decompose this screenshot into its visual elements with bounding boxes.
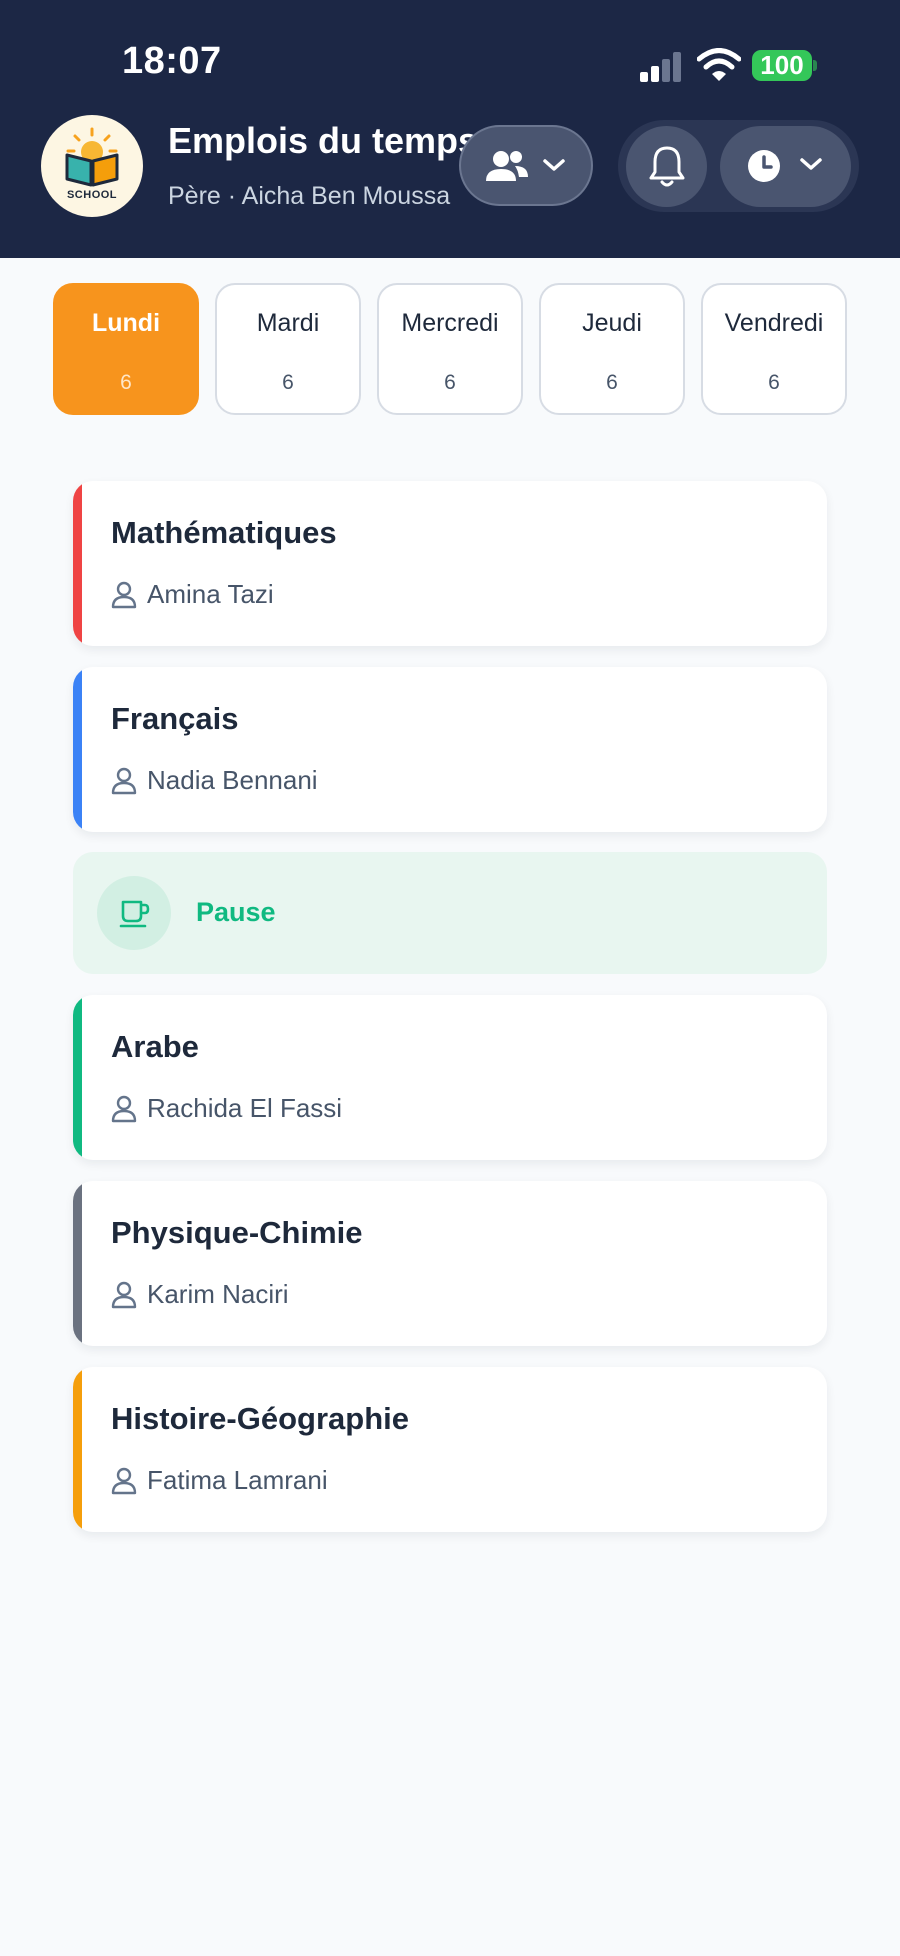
lesson-color-bar [73,481,82,646]
battery-tip [813,60,817,71]
school-logo: SCHOOL [41,115,143,217]
day-tab-label: Mardi [256,309,320,337]
person-icon [111,1467,137,1495]
parent-child-subtitle: Père · Aicha Ben Moussa [168,182,451,210]
lesson-color-bar [73,667,82,832]
lesson-teacher: Fatima Lamrani [147,1465,328,1495]
lesson-teacher: Nadia Bennani [147,765,318,795]
wifi-icon [697,48,741,81]
period-selector-button[interactable] [720,126,851,207]
lesson-card[interactable]: Français Nadia Bennani [73,667,827,832]
day-tab-mardi[interactable]: Mardi 6 [215,283,361,415]
bell-icon [649,146,685,187]
chevron-down-icon [543,159,565,171]
break-card: Pause [73,852,827,974]
day-tab-label: Jeudi [582,309,642,337]
lesson-subject: Histoire-Géographie [111,1401,409,1436]
notifications-button[interactable] [626,126,707,207]
lesson-subject: Arabe [111,1029,199,1064]
day-tab-count: 6 [444,371,456,394]
app-header: 18:07 100 SCHOOL Emplois du temps Père ·… [0,0,900,258]
child-selector-button[interactable] [459,125,593,206]
day-tab-count: 6 [606,371,618,394]
logo-text: SCHOOL [66,189,118,201]
lesson-color-bar [73,995,82,1160]
day-tab-count: 6 [120,371,132,394]
lesson-subject: Physique-Chimie [111,1215,363,1250]
coffee-cup-icon [119,900,150,928]
day-tab-label: Mercredi [401,309,499,337]
clock-icon [748,150,780,182]
chevron-down-icon [800,158,822,170]
day-tab-mercredi[interactable]: Mercredi 6 [377,283,523,415]
lesson-subject: Mathématiques [111,515,337,550]
day-tab-label: Vendredi [724,309,824,337]
person-icon [111,581,137,609]
day-tab-vendredi[interactable]: Vendredi 6 [701,283,847,415]
lesson-color-bar [73,1367,82,1532]
day-tab-lundi[interactable]: Lundi 6 [53,283,199,415]
person-icon [111,767,137,795]
lesson-teacher: Amina Tazi [147,579,274,609]
lesson-subject: Français [111,701,239,736]
person-icon [111,1095,137,1123]
lesson-card[interactable]: Histoire-Géographie Fatima Lamrani [73,1367,827,1532]
lesson-card[interactable]: Mathématiques Amina Tazi [73,481,827,646]
lesson-color-bar [73,1181,82,1346]
lesson-teacher: Karim Naciri [147,1279,289,1309]
day-tab-count: 6 [768,371,780,394]
cellular-signal-icon [640,52,681,82]
day-tab-jeudi[interactable]: Jeudi 6 [539,283,685,415]
lesson-card[interactable]: Arabe Rachida El Fassi [73,995,827,1160]
day-tab-count: 6 [282,371,294,394]
break-icon-circle [97,876,171,950]
battery-indicator: 100 [752,50,812,81]
break-label: Pause [196,897,276,927]
lesson-card[interactable]: Physique-Chimie Karim Naciri [73,1181,827,1346]
person-icon [111,1281,137,1309]
people-icon [486,151,528,181]
day-tab-label: Lundi [91,309,161,337]
book-sun-logo-icon [65,127,119,187]
lesson-teacher: Rachida El Fassi [147,1093,343,1123]
status-time: 18:07 [122,40,222,82]
page-title: Emplois du temps [168,120,479,161]
